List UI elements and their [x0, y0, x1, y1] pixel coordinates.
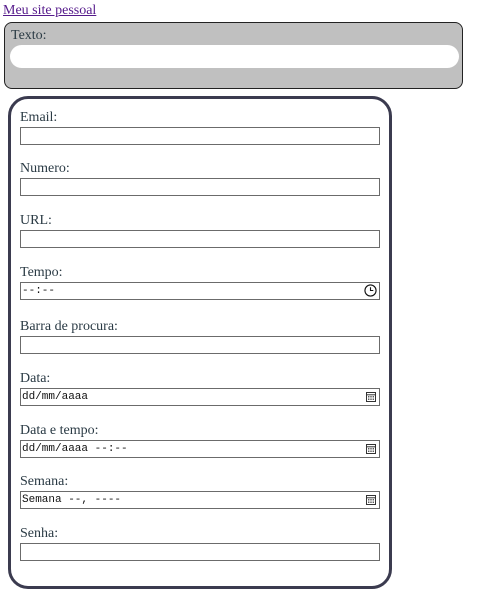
email-label: Email: — [20, 110, 58, 125]
numero-input[interactable] — [20, 178, 380, 196]
barra-label: Barra de procura: — [20, 319, 118, 334]
data-label: Data: — [20, 371, 51, 386]
semana-label: Semana: — [20, 474, 69, 489]
senha-field-group: Senha: — [20, 526, 382, 561]
barra-input[interactable] — [20, 336, 380, 354]
data-placeholder: dd/mm/aaaa — [22, 391, 89, 403]
site-link[interactable]: Meu site pessoal — [3, 3, 96, 19]
data-tempo-field-group: Data e tempo: dd/mm/aaaa --:-- — [20, 423, 382, 458]
tempo-label: Tempo: — [20, 265, 63, 280]
texto-label: Texto: — [11, 28, 47, 43]
email-input[interactable] — [20, 127, 380, 145]
url-label: URL: — [20, 213, 52, 228]
form-container: Email: Numero: URL: Tempo: --:-- Barra d… — [8, 96, 392, 589]
senha-label: Senha: — [20, 526, 59, 541]
texto-input[interactable] — [10, 45, 459, 68]
tempo-placeholder: --:-- — [22, 285, 56, 297]
tempo-input[interactable]: --:-- — [20, 282, 380, 300]
numero-label: Numero: — [20, 161, 70, 176]
url-input[interactable] — [20, 230, 380, 248]
texto-section: Texto: — [4, 22, 463, 89]
data-input[interactable]: dd/mm/aaaa — [20, 388, 380, 406]
tempo-field-group: Tempo: --:-- — [20, 265, 382, 300]
senha-input[interactable] — [20, 543, 380, 561]
clock-icon[interactable] — [364, 284, 377, 297]
semana-placeholder: Semana --, ---- — [22, 494, 122, 506]
calendar-icon[interactable] — [366, 495, 376, 505]
calendar-icon[interactable] — [366, 444, 376, 454]
data-tempo-label: Data e tempo: — [20, 423, 99, 438]
semana-field-group: Semana: Semana --, ---- — [20, 474, 382, 509]
barra-field-group: Barra de procura: — [20, 319, 382, 354]
data-tempo-input[interactable]: dd/mm/aaaa --:-- — [20, 440, 380, 458]
semana-input[interactable]: Semana --, ---- — [20, 491, 380, 509]
url-field-group: URL: — [20, 213, 382, 248]
data-tempo-placeholder: dd/mm/aaaa --:-- — [22, 443, 128, 455]
data-field-group: Data: dd/mm/aaaa — [20, 371, 382, 406]
email-field-group: Email: — [20, 110, 382, 145]
numero-field-group: Numero: — [20, 161, 382, 196]
calendar-icon[interactable] — [366, 392, 376, 402]
